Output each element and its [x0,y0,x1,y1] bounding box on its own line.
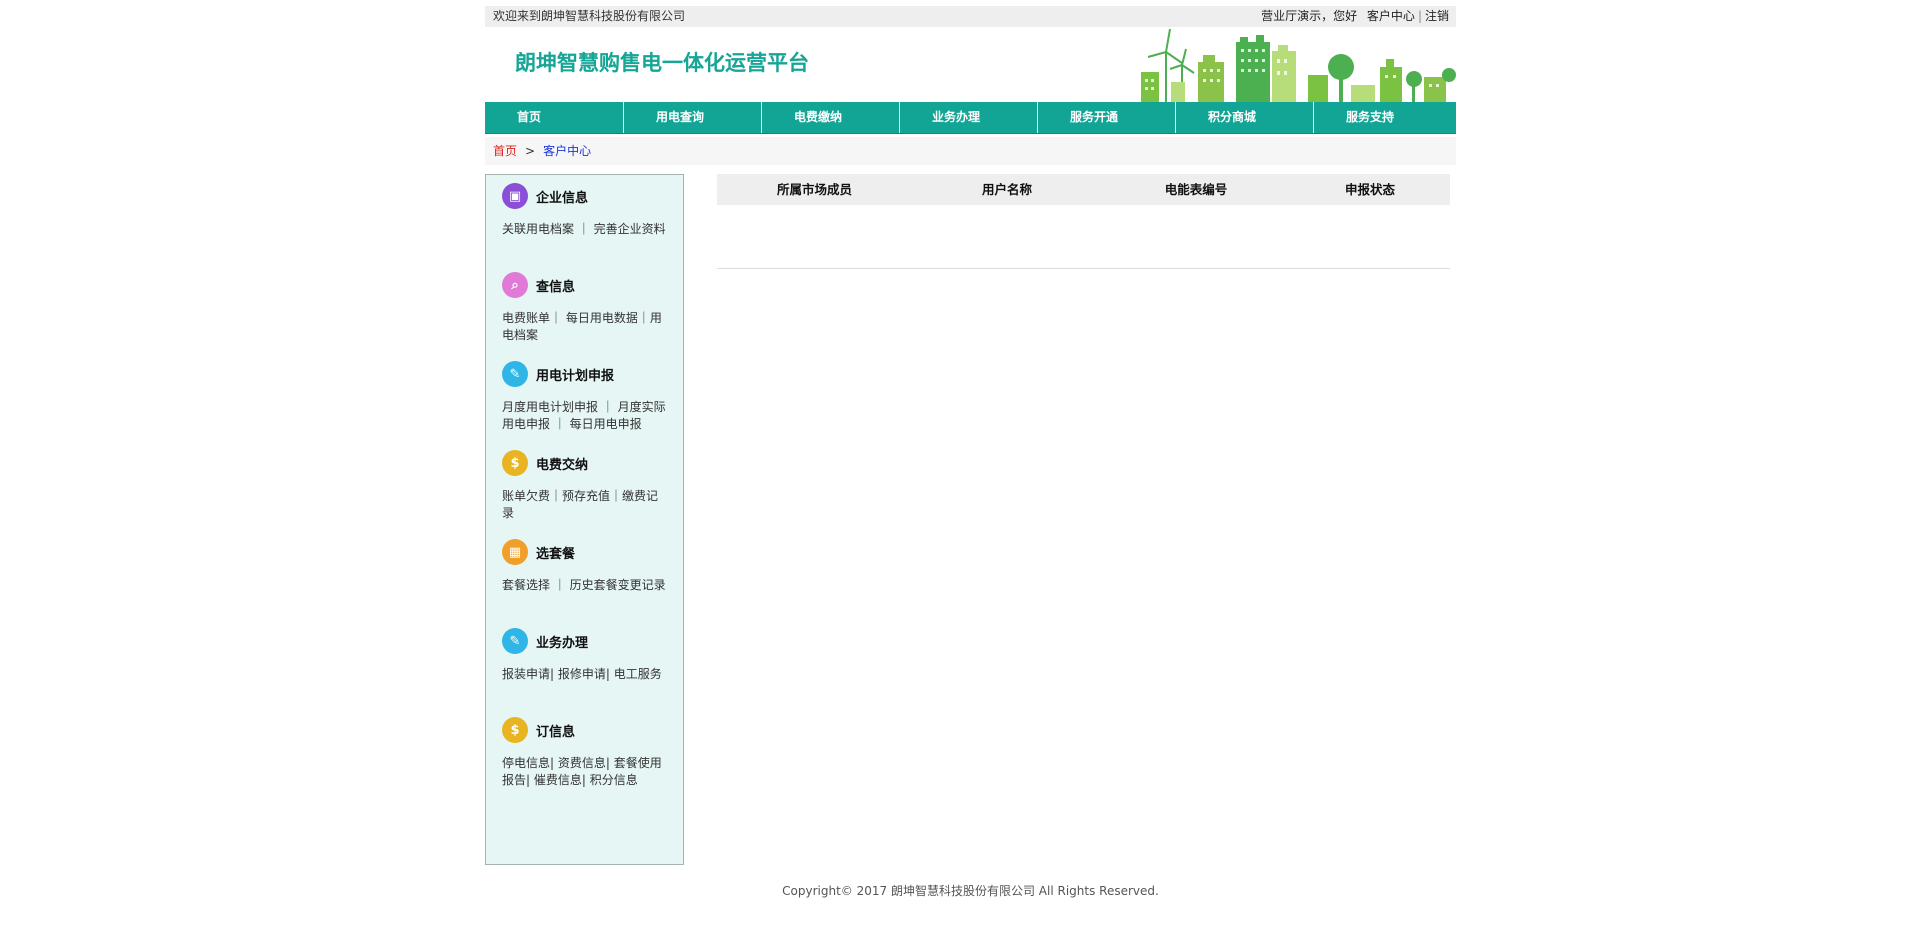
sidebar-section-enterprise: ▣ 企业信息 关联用电档案 ｜ 完善企业资料 [502,183,672,238]
edit-doc-icon: ✎ [502,628,528,654]
sidebar-section-plan: ✎ 用电计划申报 月度用电计划申报 ｜ 月度实际用电申报 ｜ 每日用电申报 [502,361,672,433]
sidebar-section-query: ⌕ 查信息 电费账单｜ 每日用电数据｜用电档案 [502,272,672,344]
separator: | [1417,9,1422,23]
section-title: 查信息 [536,279,576,295]
nav-item-home[interactable]: 首页 [485,102,624,133]
logout-link[interactable]: 注销 [1425,9,1449,23]
column-header-status: 申报状态 [1344,182,1395,197]
section-links[interactable]: 关联用电档案 ｜ 完善企业资料 [502,221,668,238]
section-title: 用电计划申报 [536,368,615,384]
gift-icon: ▦ [502,539,528,565]
user-links: 营业厅演示，您好 客户中心 | 注销 [1261,6,1449,27]
enterprise-icon: ▣ [502,183,528,209]
dollar-icon: $ [502,450,528,476]
customer-center-link[interactable]: 客户中心 [1367,9,1415,23]
search-doc-icon: ⌕ [502,272,528,298]
top-bar: 欢迎来到朗坤智慧科技股份有限公司 营业厅演示，您好 客户中心 | 注销 [485,6,1456,27]
breadcrumb-home[interactable]: 首页 [493,144,517,158]
sidebar-section-business: ✎ 业务办理 报装申请| 报修申请| 电工服务 [502,628,672,683]
sidebar-section-payment: $ 电费交纳 账单欠费｜预存充值｜缴费记录 [502,450,672,522]
sidebar-section-subscription: $ 订信息 停电信息| 资费信息| 套餐使用报告| 催费信息| 积分信息 [502,717,672,789]
edit-doc-icon: ✎ [502,361,528,387]
footer-copyright: Copyright© 2017 朗坤智慧科技股份有限公司 All Rights … [782,884,1159,898]
table-divider [717,268,1450,269]
nav-item-business[interactable]: 业务办理 [900,102,1038,133]
section-links[interactable]: 电费账单｜ 每日用电数据｜用电档案 [502,310,668,344]
sidebar: ▣ 企业信息 关联用电档案 ｜ 完善企业资料 ⌕ 查信息 电费账单｜ 每日用电数据｜… [485,174,684,865]
breadcrumb: 首页 > 客户中心 [485,137,1456,165]
column-header-meter-number: 电能表编号 [1164,182,1228,197]
nav-item-bill-payment[interactable]: 电费缴纳 [762,102,900,133]
nav-item-points-mall[interactable]: 积分商城 [1176,102,1314,133]
page: 欢迎来到朗坤智慧科技股份有限公司 营业厅演示，您好 客户中心 | 注销 朗坤智慧购售… [485,6,1456,865]
column-header-user-name: 用户名称 [981,182,1032,197]
breadcrumb-arrow: > [525,144,536,158]
section-links[interactable]: 账单欠费｜预存充值｜缴费记录 [502,488,668,522]
section-links[interactable]: 报装申请| 报修申请| 电工服务 [502,666,668,683]
nav-item-service-open[interactable]: 服务开通 [1038,102,1176,133]
user-greeting: 营业厅演示，您好 [1261,9,1358,23]
column-header-market-member: 所属市场成员 [776,182,852,197]
section-title: 选套餐 [536,546,576,562]
site-logo[interactable]: 朗坤智慧购售电一体化运营平台 [515,47,809,77]
welcome-text: 欢迎来到朗坤智慧科技股份有限公司 [493,9,686,23]
section-title: 电费交纳 [536,457,589,473]
city-illustration [1141,28,1456,102]
dollar-icon: $ [502,717,528,743]
section-title: 订信息 [536,724,576,740]
main-nav: 首页 用电查询 电费缴纳 业务办理 服务开通 积分商城 服务支持 [485,102,1456,134]
section-links[interactable]: 月度用电计划申报 ｜ 月度实际用电申报 ｜ 每日用电申报 [502,399,668,433]
declaration-table: 所属市场成员 用户名称 电能表编号 申报状态 [717,174,1450,269]
nav-item-usage-query[interactable]: 用电查询 [624,102,762,133]
section-title: 企业信息 [536,190,589,206]
nav-item-support[interactable]: 服务支持 [1314,102,1454,133]
breadcrumb-current[interactable]: 客户中心 [543,144,591,158]
sidebar-section-package: ▦ 选套餐 套餐选择 ｜ 历史套餐变更记录 [502,539,672,594]
section-links[interactable]: 套餐选择 ｜ 历史套餐变更记录 [502,577,668,594]
header: 朗坤智慧购售电一体化运营平台 [485,27,1456,102]
section-links[interactable]: 停电信息| 资费信息| 套餐使用报告| 催费信息| 积分信息 [502,755,668,789]
content: ▣ 企业信息 关联用电档案 ｜ 完善企业资料 ⌕ 查信息 电费账单｜ 每日用电数据｜… [485,165,1456,865]
section-title: 业务办理 [536,635,589,651]
table-header: 所属市场成员 用户名称 电能表编号 申报状态 [717,174,1450,205]
